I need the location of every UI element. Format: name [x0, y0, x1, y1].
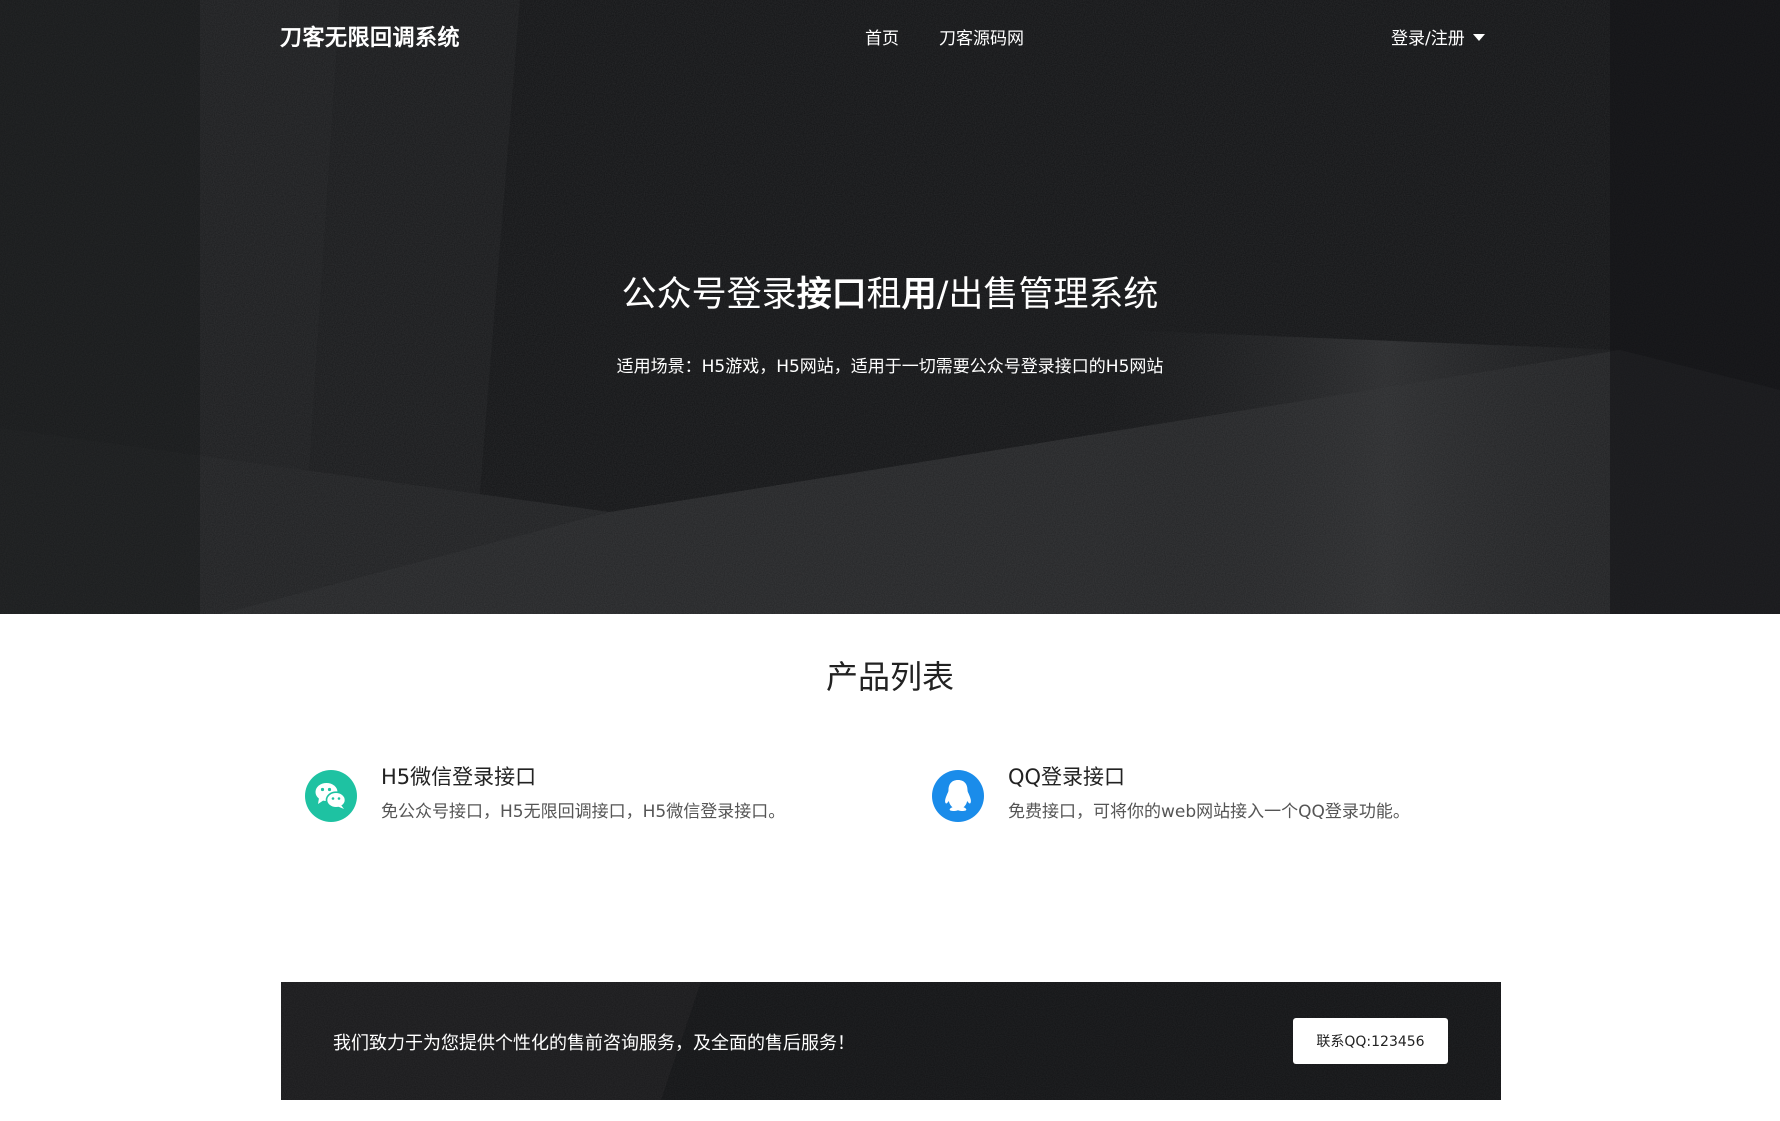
nav-link-home[interactable]: 首页 — [865, 24, 899, 49]
products-section-title: 产品列表 — [825, 658, 954, 696]
product-description: 免费接口，可将你的web网站接入一个QQ登录功能。 — [1008, 802, 1410, 822]
hero-title-bold2: 用 — [901, 275, 937, 315]
product-title: QQ登录接口 — [1008, 765, 1126, 789]
page: 刀客无限回调系统 首页 刀客源码网 登录/注册 公众号登录接口租用/出售管理系统… — [0, 0, 1780, 1121]
product-item-qq-login[interactable]: QQ登录接口 免费接口，可将你的web网站接入一个QQ登录功能。 — [932, 763, 1410, 823]
top-navbar: 刀客无限回调系统 首页 刀客源码网 登录/注册 — [0, 0, 1780, 70]
product-body: QQ登录接口 免费接口，可将你的web网站接入一个QQ登录功能。 — [1008, 763, 1410, 823]
hero-title-part3: /出售管理系统 — [936, 275, 1159, 315]
product-body: H5微信登录接口 免公众号接口，H5无限回调接口，H5微信登录接口。 — [381, 763, 785, 823]
hero-title-bold1: 接口 — [796, 275, 867, 315]
hero-subtitle: 适用场景：H5游戏，H5网站，适用于一切需要公众号登录接口的H5网站 — [616, 357, 1164, 377]
qq-icon — [932, 770, 984, 822]
wechat-icon — [305, 770, 357, 822]
contact-banner-text: 我们致力于为您提供个性化的售前咨询服务，及全面的售后服务！ — [333, 1033, 855, 1054]
product-item-wechat-login[interactable]: H5微信登录接口 免公众号接口，H5无限回调接口，H5微信登录接口。 — [305, 763, 785, 823]
nav-links: 首页 刀客源码网 — [865, 24, 1024, 49]
hero-title-part1: 公众号登录 — [621, 275, 797, 315]
product-title: H5微信登录接口 — [381, 765, 537, 789]
nav-link-source-site[interactable]: 刀客源码网 — [939, 24, 1024, 49]
hero-section: 刀客无限回调系统 首页 刀客源码网 登录/注册 公众号登录接口租用/出售管理系统… — [0, 0, 1780, 614]
contact-qq-button[interactable]: 联系QQ:123456 — [1293, 1018, 1448, 1064]
caret-down-icon — [1472, 34, 1485, 41]
contact-banner: 我们致力于为您提供个性化的售前咨询服务，及全面的售后服务！ 联系QQ:12345… — [281, 982, 1501, 1100]
login-register-label: 登录/注册 — [1391, 29, 1465, 49]
hero-title: 公众号登录接口租用/出售管理系统 — [0, 266, 1780, 317]
product-description: 免公众号接口，H5无限回调接口，H5微信登录接口。 — [381, 802, 786, 822]
brand-logo-text[interactable]: 刀客无限回调系统 — [280, 20, 460, 52]
login-register-dropdown[interactable]: 登录/注册 — [1391, 24, 1485, 49]
hero-title-part2: 租 — [866, 275, 902, 315]
